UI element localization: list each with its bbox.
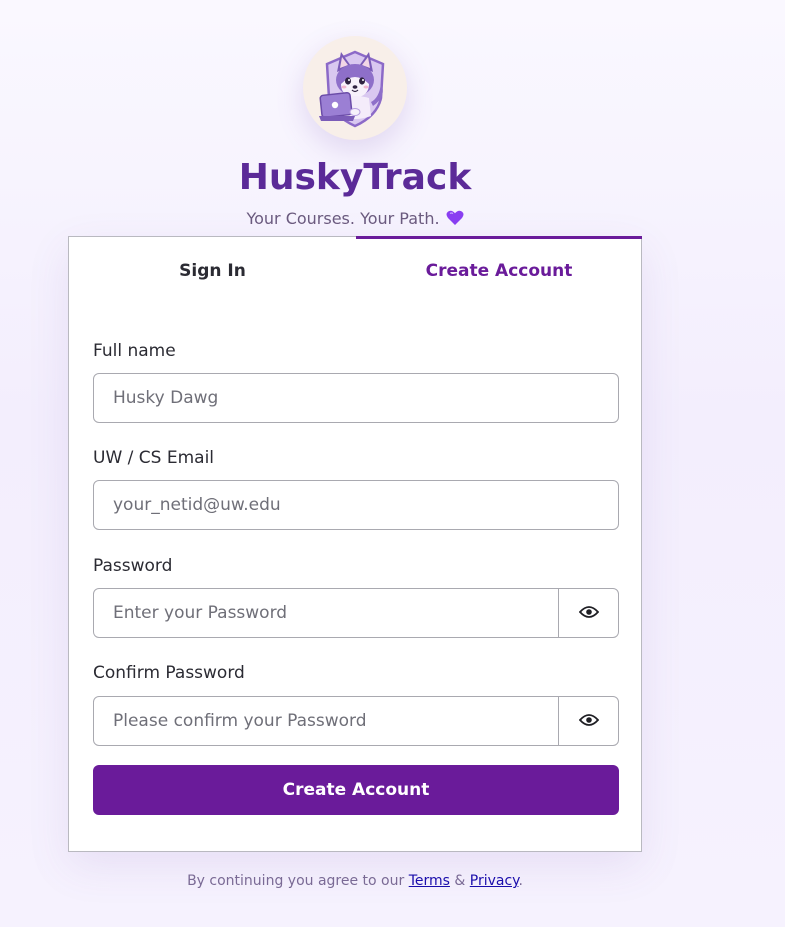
terms-period: .: [518, 873, 523, 889]
confirm-password-label: Confirm Password: [93, 663, 245, 683]
app-title: HuskyTrack: [238, 157, 472, 198]
password-field-group: [93, 588, 619, 638]
terms-prefix: By continuing you agree to our: [187, 873, 405, 889]
eye-icon: [578, 712, 599, 731]
husky-logo-icon: [303, 36, 407, 140]
terms-link[interactable]: Terms: [409, 873, 450, 889]
tab-create-account[interactable]: Create Account: [356, 236, 642, 298]
password-label: Password: [93, 556, 173, 576]
toggle-confirm-password-visibility-button[interactable]: [558, 696, 619, 746]
tab-sign-in[interactable]: Sign In: [69, 237, 356, 299]
toggle-password-visibility-button[interactable]: [558, 588, 619, 638]
tagline: Your Courses. Your Path.: [0, 208, 710, 230]
auth-card: Sign In Create Account Full name UW / CS…: [68, 236, 642, 852]
email-label: UW / CS Email: [93, 448, 215, 468]
confirm-password-input[interactable]: [93, 696, 559, 746]
create-account-button[interactable]: Create Account: [93, 765, 619, 815]
eye-icon: [578, 604, 599, 623]
confirm-password-field-group: [93, 696, 619, 746]
privacy-link[interactable]: Privacy: [470, 873, 519, 889]
full-name-label: Full name: [93, 341, 176, 361]
tagline-text: Your Courses. Your Path.: [246, 209, 440, 228]
full-name-input[interactable]: [93, 373, 619, 423]
terms-ampersand: &: [454, 873, 466, 889]
purple-heart-icon: [446, 210, 464, 226]
terms-notice: By continuing you agree to our Terms & P…: [0, 871, 710, 891]
email-input[interactable]: [93, 480, 619, 530]
password-input[interactable]: [93, 588, 559, 638]
